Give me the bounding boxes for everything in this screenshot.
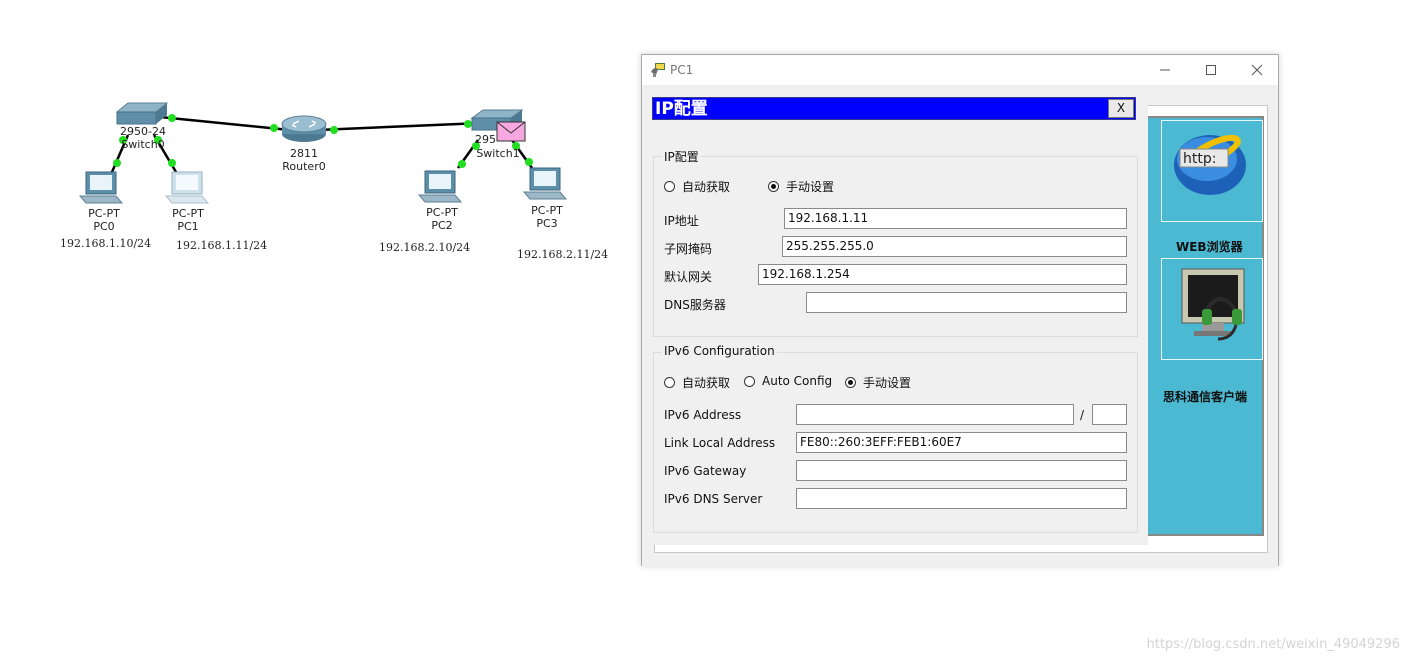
radio-selected-icon — [845, 377, 856, 388]
prefix-separator: / — [1080, 408, 1085, 422]
ipv6-static-label: 手动设置 — [863, 376, 912, 390]
pc1-window[interactable]: PC1 http: WEB浏览器 思科通信客户端 IP配置 X IP配置 自动获… — [641, 54, 1279, 566]
dns-server-label: DNS服务器 — [664, 298, 726, 312]
pc3-type-label: PC-PT — [531, 204, 563, 217]
pc2-icon[interactable] — [417, 170, 463, 203]
port-indicator — [168, 159, 176, 167]
dns-server-input[interactable] — [806, 292, 1127, 313]
subnet-mask-input[interactable]: 255.255.255.0 — [782, 236, 1127, 257]
ipv4-dhcp-radio[interactable]: 自动获取 — [664, 178, 730, 195]
ipv6-address-input[interactable] — [796, 404, 1074, 425]
ipv4-static-radio[interactable]: 手动设置 — [768, 178, 834, 195]
window-client-area: http: WEB浏览器 思科通信客户端 IP配置 X IP配置 自动获取 手动… — [642, 85, 1278, 566]
packet-tracer-app-icon — [651, 63, 665, 77]
cisco-communicator-icon — [1181, 268, 1245, 341]
pc1-type-label: PC-PT — [172, 207, 204, 220]
minimize-icon — [1160, 69, 1170, 71]
ipv6-group-legend: IPv6 Configuration — [662, 344, 777, 358]
pc0-ip-label: 192.168.1.10/24 — [60, 237, 152, 250]
switch1-name-label: Switch1 — [476, 147, 520, 160]
close-icon — [1251, 64, 1263, 76]
ip-config-header: IP配置 X — [652, 97, 1136, 120]
ipv4-dhcp-label: 自动获取 — [682, 180, 731, 194]
default-gateway-input[interactable]: 192.168.1.254 — [758, 264, 1127, 285]
ip-config-close-button[interactable]: X — [1108, 99, 1134, 118]
minimize-button[interactable] — [1142, 55, 1188, 85]
window-title: PC1 — [670, 63, 694, 77]
switch1-model-label: 295 — [475, 133, 496, 146]
radio-unselected-icon — [664, 181, 675, 192]
ipv4-static-label: 手动设置 — [786, 180, 835, 194]
port-indicator — [113, 159, 121, 167]
pc3-ip-label: 192.168.2.11/24 — [517, 248, 609, 261]
window-titlebar[interactable]: PC1 — [642, 55, 1278, 85]
pc3-name-label: PC3 — [536, 217, 558, 230]
radio-unselected-icon — [664, 377, 675, 388]
ipv6-gateway-input[interactable] — [796, 460, 1127, 481]
port-indicator — [270, 124, 278, 132]
router0-icon[interactable] — [281, 115, 327, 142]
pc3-icon[interactable] — [522, 167, 568, 200]
web-browser-icon: http: — [1174, 134, 1246, 195]
pc1-icon[interactable] — [164, 171, 210, 204]
ipv6-dns-server-label: IPv6 DNS Server — [664, 492, 763, 506]
radio-selected-icon — [768, 181, 779, 192]
ipv6-auto-config-label: Auto Config — [762, 374, 833, 388]
ipv6-group: IPv6 Configuration 自动获取 Auto Config 手动设置… — [653, 344, 1138, 533]
port-indicator — [464, 120, 472, 128]
topology-canvas[interactable]: 2950-24 Switch0 2811 Router0 295 Switch1… — [0, 0, 640, 662]
ipv6-prefix-input[interactable] — [1092, 404, 1127, 425]
radio-unselected-icon — [744, 375, 755, 387]
ipv6-gateway-label: IPv6 Gateway — [664, 464, 747, 478]
ipv6-static-radio[interactable]: 手动设置 — [845, 374, 911, 391]
link-router0-switch1 — [317, 121, 483, 132]
router0-model-label: 2811 — [290, 147, 318, 160]
pc2-ip-label: 192.168.2.10/24 — [379, 241, 471, 254]
pc0-type-label: PC-PT — [88, 207, 120, 220]
ipv4-group-legend: IP配置 — [662, 148, 701, 165]
port-indicator — [458, 160, 466, 168]
pc1-ip-label: 192.168.1.11/24 — [176, 239, 268, 252]
ipv6-dhcp-label: 自动获取 — [682, 376, 731, 390]
close-button[interactable] — [1234, 55, 1280, 85]
pc0-name-label: PC0 — [93, 220, 115, 233]
switch0-model-label: 2950-24 — [120, 125, 166, 138]
pc2-type-label: PC-PT — [426, 206, 458, 219]
link-local-address-input[interactable]: FE80::260:3EFF:FEB1:60E7 — [796, 432, 1127, 453]
ipv4-group: IP配置 自动获取 手动设置 IP地址 192.168.1.11 子网掩码 25… — [653, 148, 1138, 337]
web-browser-icon-text: http: — [1183, 151, 1216, 167]
ip-address-input[interactable]: 192.168.1.11 — [784, 208, 1127, 229]
ipv6-auto-config-radio[interactable]: Auto Config — [744, 374, 832, 388]
web-browser-label[interactable]: WEB浏览器 — [1176, 238, 1243, 255]
topology-links — [78, 102, 568, 204]
pc0-icon[interactable] — [78, 171, 124, 204]
pc2-name-label: PC2 — [431, 219, 453, 232]
ip-config-panel: IP配置 X IP配置 自动获取 手动设置 IP地址 192.168.1.11 … — [648, 95, 1148, 545]
pc1-name-label: PC1 — [177, 220, 199, 233]
link-local-address-label: Link Local Address — [664, 436, 776, 450]
ipv6-dhcp-radio[interactable]: 自动获取 — [664, 374, 730, 391]
switch0-icon[interactable] — [115, 102, 169, 125]
cisco-communicator-app[interactable] — [1161, 258, 1263, 360]
port-indicator — [330, 126, 338, 134]
ip-config-title: IP配置 — [655, 99, 708, 119]
web-browser-app[interactable]: http: — [1161, 120, 1263, 222]
switch0-name-label: Switch0 — [121, 138, 165, 151]
port-indicator — [168, 114, 176, 122]
maximize-button[interactable] — [1188, 55, 1234, 85]
ipv6-dns-server-input[interactable] — [796, 488, 1127, 509]
subnet-mask-label: 子网掩码 — [664, 242, 713, 256]
ipv6-address-label: IPv6 Address — [664, 408, 742, 422]
router0-name-label: Router0 — [282, 160, 326, 173]
maximize-icon — [1206, 65, 1216, 75]
watermark: https://blog.csdn.net/weixin_49049296 — [1146, 637, 1400, 652]
default-gateway-label: 默认网关 — [664, 270, 713, 284]
ip-address-label: IP地址 — [664, 214, 699, 228]
cisco-communicator-label[interactable]: 思科通信客户端 — [1163, 388, 1247, 405]
